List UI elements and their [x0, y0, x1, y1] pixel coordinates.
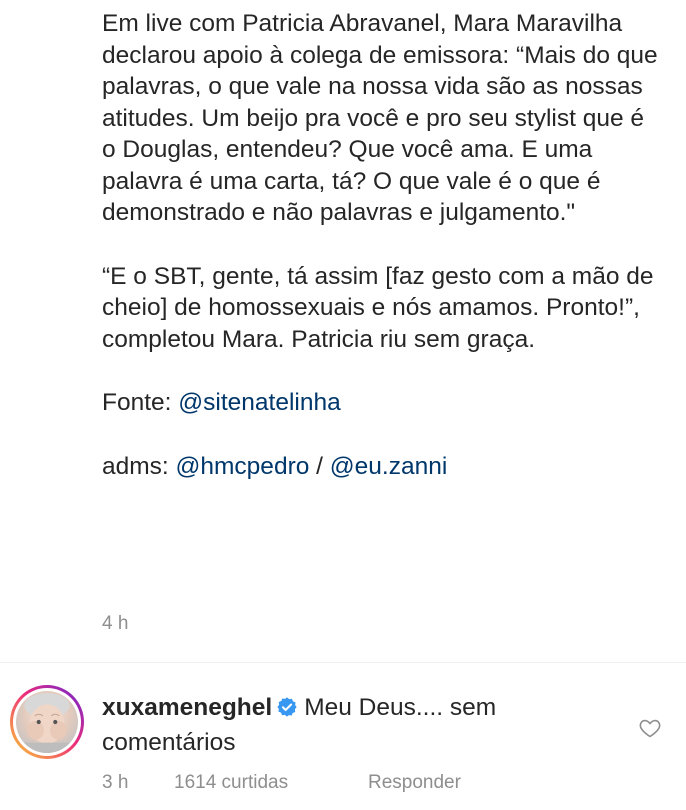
reply-button[interactable]: Responder: [368, 772, 461, 794]
source-mention-link[interactable]: @sitenatelinha: [178, 389, 340, 416]
source-label: Fonte:: [102, 389, 179, 416]
admins-separator: /: [309, 452, 330, 480]
caption-paragraph-quote: Em live com Patricia Abravanel, Mara Mar…: [102, 10, 658, 226]
post-timestamp: 4 h: [102, 613, 129, 634]
caption-source: Fonte: @sitenatelinha: [102, 387, 662, 419]
comment-timestamp: 3 h: [102, 772, 129, 793]
comment-meta: 3 h 1614 curtidas Responder: [102, 772, 461, 794]
post-caption: Em live com Patricia Abravanel, Mara Mar…: [102, 8, 662, 482]
verified-badge-icon: [276, 695, 298, 727]
admin-mention-link-2[interactable]: @eu.zanni: [330, 453, 448, 480]
admin-mention-link-1[interactable]: @hmcpedro: [176, 453, 310, 480]
comment-body: xuxameneghel Meu Deus.... sem comentários: [102, 692, 612, 759]
avatar-face-icon: [16, 693, 78, 753]
avatar[interactable]: [10, 685, 84, 759]
comment-username[interactable]: xuxameneghel: [102, 694, 272, 721]
comment-likes-count[interactable]: 1614 curtidas: [174, 772, 368, 794]
caption-admins: adms: @hmcpedro / @eu.zanni: [102, 451, 662, 483]
avatar-image: [16, 691, 78, 753]
caption-paragraph-sbt: “E o SBT, gente, tá assim [faz gesto com…: [102, 262, 654, 353]
heart-outline-icon[interactable]: [638, 716, 662, 740]
divider: [0, 662, 686, 663]
admins-label: adms:: [102, 452, 176, 480]
